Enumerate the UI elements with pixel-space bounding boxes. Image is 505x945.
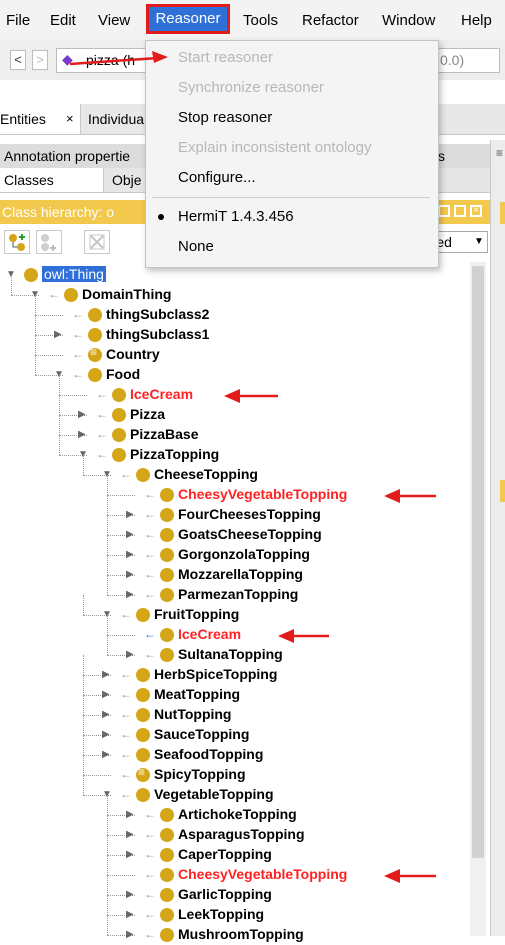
red-arrow-icecream-2: [278, 629, 329, 643]
red-arrow-cheesyveg-2: [384, 869, 436, 883]
red-arrow-cheesyveg-1: [384, 489, 436, 503]
red-arrow-icecream-1: [224, 389, 278, 403]
annotation-arrows: [69, 51, 436, 883]
red-arrow-to-start-reasoner: [69, 51, 168, 66]
